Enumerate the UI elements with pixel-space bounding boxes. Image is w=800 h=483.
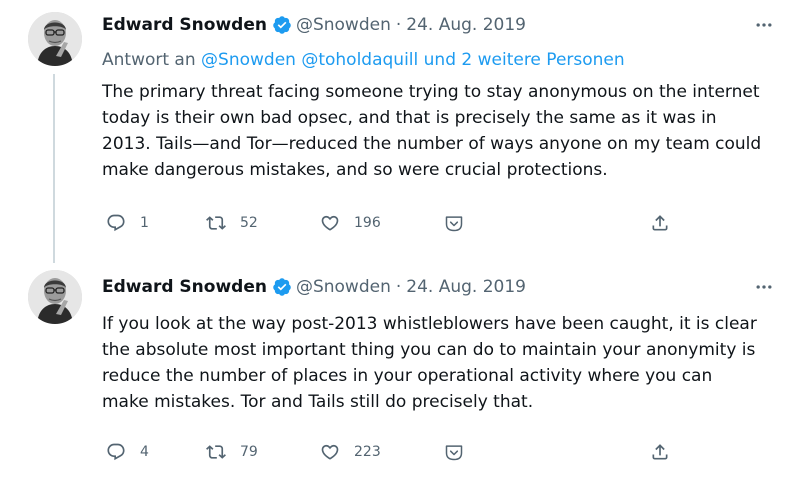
downvote-icon xyxy=(445,445,463,461)
tweet-header: Edward Snowden @Snowden · 24. Aug. 2019 xyxy=(102,13,776,37)
retweet-icon xyxy=(206,445,226,459)
like-button[interactable]: 196 xyxy=(320,208,381,238)
author-handle[interactable]: @Snowden xyxy=(296,15,391,35)
retweet-button[interactable]: 79 xyxy=(206,437,258,467)
avatar[interactable] xyxy=(28,12,82,66)
retweet-count: 52 xyxy=(240,215,258,231)
tweet-header: Edward Snowden @Snowden · 24. Aug. 2019 xyxy=(102,275,776,299)
heart-icon xyxy=(321,215,339,231)
tweet-text: If you look at the way post-2013 whistle… xyxy=(102,314,757,412)
separator: · xyxy=(395,277,402,297)
author-name[interactable]: Edward Snowden xyxy=(102,15,267,35)
reply-prefix: Antwort an xyxy=(102,50,196,70)
author-name[interactable]: Edward Snowden xyxy=(102,277,267,297)
reply-count: 1 xyxy=(140,215,149,231)
separator: · xyxy=(395,15,402,35)
share-button[interactable] xyxy=(650,437,670,467)
reply-button[interactable]: 1 xyxy=(106,208,149,238)
tweet-actions: 4 79 223 xyxy=(102,437,682,467)
avatar[interactable] xyxy=(28,270,82,324)
tweet-text: The primary threat facing someone trying… xyxy=(102,82,762,180)
downvote-icon xyxy=(445,216,463,232)
reply-handles-link[interactable]: @Snowden @toholdaquill und 2 weitere Per… xyxy=(201,50,625,70)
retweet-button[interactable]: 52 xyxy=(206,208,258,238)
more-icon[interactable] xyxy=(752,13,776,37)
share-icon xyxy=(652,215,668,231)
like-button[interactable]: 223 xyxy=(320,437,381,467)
reply-icon xyxy=(107,214,125,232)
avatar-image xyxy=(28,12,82,66)
tweet-date[interactable]: 24. Aug. 2019 xyxy=(406,277,526,297)
reply-context: Antwort an @Snowden @toholdaquill und 2 … xyxy=(102,50,625,70)
share-button[interactable] xyxy=(650,208,670,238)
thread-line xyxy=(53,74,55,263)
more-icon[interactable] xyxy=(752,275,776,299)
like-count: 223 xyxy=(354,444,381,460)
retweet-count: 79 xyxy=(240,444,258,460)
tweet-date[interactable]: 24. Aug. 2019 xyxy=(406,15,526,35)
downvote-button[interactable] xyxy=(444,208,464,238)
verified-badge-icon xyxy=(272,15,292,35)
reply-count: 4 xyxy=(140,444,149,460)
verified-badge-icon xyxy=(272,277,292,297)
avatar-image xyxy=(28,270,82,324)
share-icon xyxy=(652,444,668,460)
heart-icon xyxy=(321,444,339,460)
downvote-button[interactable] xyxy=(444,437,464,467)
like-count: 196 xyxy=(354,215,381,231)
tweet-actions: 1 52 196 xyxy=(102,208,682,238)
tweet[interactable]: Edward Snowden @Snowden · 24. Aug. 2019 … xyxy=(0,0,800,263)
reply-button[interactable]: 4 xyxy=(106,437,149,467)
author-handle[interactable]: @Snowden xyxy=(296,277,391,297)
reply-icon xyxy=(107,443,125,461)
retweet-icon xyxy=(206,216,226,230)
